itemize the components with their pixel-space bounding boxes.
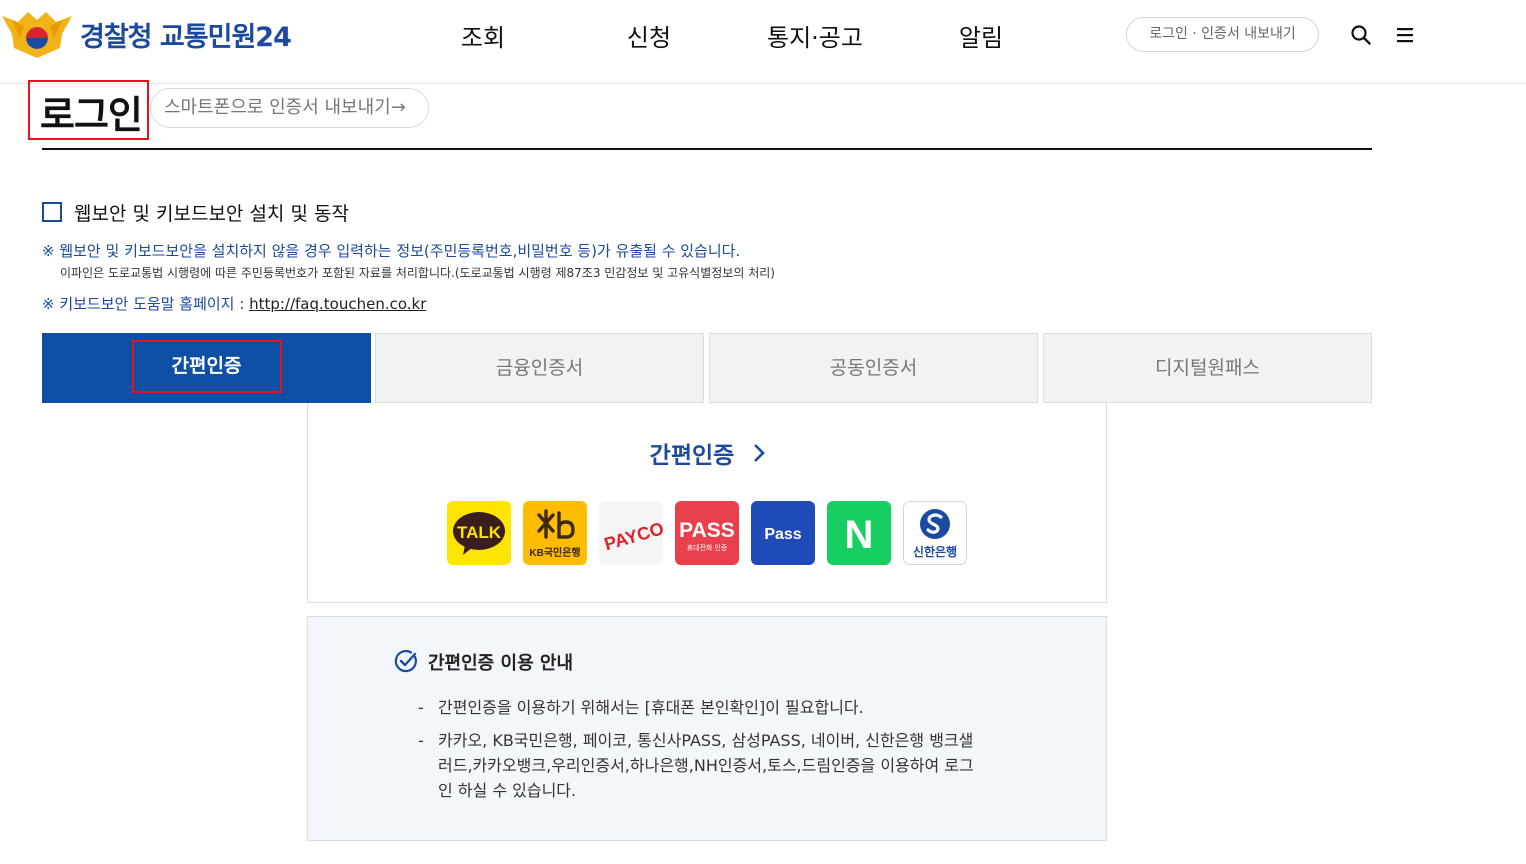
pass-sub-label: 휴대전화 인증 bbox=[687, 543, 728, 552]
pass-label: PASS bbox=[679, 519, 735, 542]
title-divider bbox=[42, 148, 1372, 150]
provider-samsung-pass[interactable]: Pass bbox=[751, 501, 815, 565]
guide-item: 카카오, KB국민은행, 페이코, 통신사PASS, 삼성PASS, 네이버, … bbox=[418, 728, 978, 803]
check-circle-icon bbox=[394, 649, 417, 673]
provider-pass[interactable]: PASS 휴대전화 인증 bbox=[675, 501, 739, 565]
chevron-right-icon bbox=[752, 443, 766, 469]
payco-icon: PAYCO bbox=[599, 501, 663, 565]
nav-item-inquiry[interactable]: 조회 bbox=[400, 18, 566, 53]
samsung-pass-icon: Pass bbox=[751, 501, 815, 565]
tab-digital-onepass[interactable]: 디지털원패스 bbox=[1043, 333, 1372, 403]
samsung-pass-label: Pass bbox=[764, 526, 801, 543]
guide-list: 간편인증을 이용하기 위해서는 [휴대폰 본인확인]이 필요합니다. 카카오, … bbox=[418, 695, 978, 811]
easy-auth-heading[interactable]: 간편인증 bbox=[308, 436, 1108, 470]
nav-item-notice[interactable]: 통지·공고 bbox=[732, 18, 898, 53]
tab-easy-auth-label: 간편인증 bbox=[131, 340, 282, 393]
naver-icon: N bbox=[827, 501, 891, 565]
page-title: 로그인 bbox=[40, 93, 143, 137]
site-header: 경찰청 교통민원24 조회 신청 통지·공고 알림 로그인 · 인증서 내보내기 bbox=[0, 0, 1526, 84]
kb-label: KB국민은행 bbox=[529, 546, 580, 559]
police-emblem-icon bbox=[2, 12, 72, 58]
provider-payco[interactable]: PAYCO bbox=[599, 501, 663, 565]
tab-easy-auth[interactable]: 간편인증 bbox=[42, 333, 371, 403]
security-install-checkbox[interactable] bbox=[42, 202, 62, 222]
provider-kb[interactable]: KB국민은행 bbox=[523, 501, 587, 565]
site-title: 경찰청 교통민원24 bbox=[80, 21, 292, 53]
nav-item-alert[interactable]: 알림 bbox=[898, 18, 1064, 53]
easy-auth-guide: 간편인증 이용 안내 간편인증을 이용하기 위해서는 [휴대폰 본인확인]이 필… bbox=[307, 616, 1107, 841]
shinhan-icon: 신한은행 bbox=[903, 501, 967, 565]
kakao-label: TALK bbox=[457, 523, 502, 542]
guide-title: 간편인증 이용 안내 bbox=[428, 653, 574, 674]
easy-auth-panel: 간편인증 TALK KB국민은행 PAYCO PASS 휴대전화 인증 Pass… bbox=[307, 403, 1107, 603]
nav-item-apply[interactable]: 신청 bbox=[566, 18, 732, 53]
keyboard-help-prefix: ※ 키보드보안 도움말 홈페이지 : bbox=[42, 295, 250, 313]
kakao-talk-icon: TALK bbox=[447, 501, 511, 565]
guide-item: 간편인증을 이용하기 위해서는 [휴대폰 본인확인]이 필요합니다. bbox=[418, 695, 978, 720]
provider-shinhan[interactable]: 신한은행 bbox=[903, 501, 967, 565]
search-icon[interactable] bbox=[1350, 24, 1372, 46]
keyboard-help-link[interactable]: http://faq.touchen.co.kr bbox=[249, 295, 426, 313]
site-logo[interactable]: 경찰청 교통민원24 bbox=[0, 8, 292, 60]
main-nav: 조회 신청 통지·공고 알림 bbox=[400, 18, 1064, 53]
privacy-notice: 이파인은 도로교통법 시행령에 따른 주민등록번호가 포함된 자료를 처리합니다… bbox=[60, 266, 775, 280]
login-cert-export-button[interactable]: 로그인 · 인증서 내보내기 bbox=[1126, 17, 1319, 52]
auth-provider-list: TALK KB국민은행 PAYCO PASS 휴대전화 인증 Pass N 신한… bbox=[447, 501, 979, 565]
keyboard-help-notice: ※ 키보드보안 도움말 홈페이지 : http://faq.touchen.co… bbox=[42, 293, 426, 314]
smartphone-export-button[interactable]: 스마트폰으로 인증서 내보내기→ bbox=[150, 88, 429, 128]
security-warning: ※ 웹보안 및 키보드보안을 설치하지 않을 경우 입력하는 정보(주민등록번호… bbox=[42, 242, 741, 260]
provider-naver[interactable]: N bbox=[827, 501, 891, 565]
security-checkbox-label[interactable]: 웹보안 및 키보드보안 설치 및 동작 bbox=[74, 199, 349, 226]
provider-kakao[interactable]: TALK bbox=[447, 501, 511, 565]
hamburger-menu-icon[interactable] bbox=[1396, 26, 1414, 44]
easy-auth-heading-text: 간편인증 bbox=[649, 443, 735, 469]
shinhan-label: 신한은행 bbox=[913, 544, 957, 559]
pass-icon: PASS 휴대전화 인증 bbox=[675, 501, 739, 565]
tab-joint-cert[interactable]: 공동인증서 bbox=[709, 333, 1038, 403]
tab-financial-cert[interactable]: 금융인증서 bbox=[375, 333, 704, 403]
kb-bank-icon: KB국민은행 bbox=[523, 501, 587, 565]
naver-label: N bbox=[845, 513, 874, 557]
